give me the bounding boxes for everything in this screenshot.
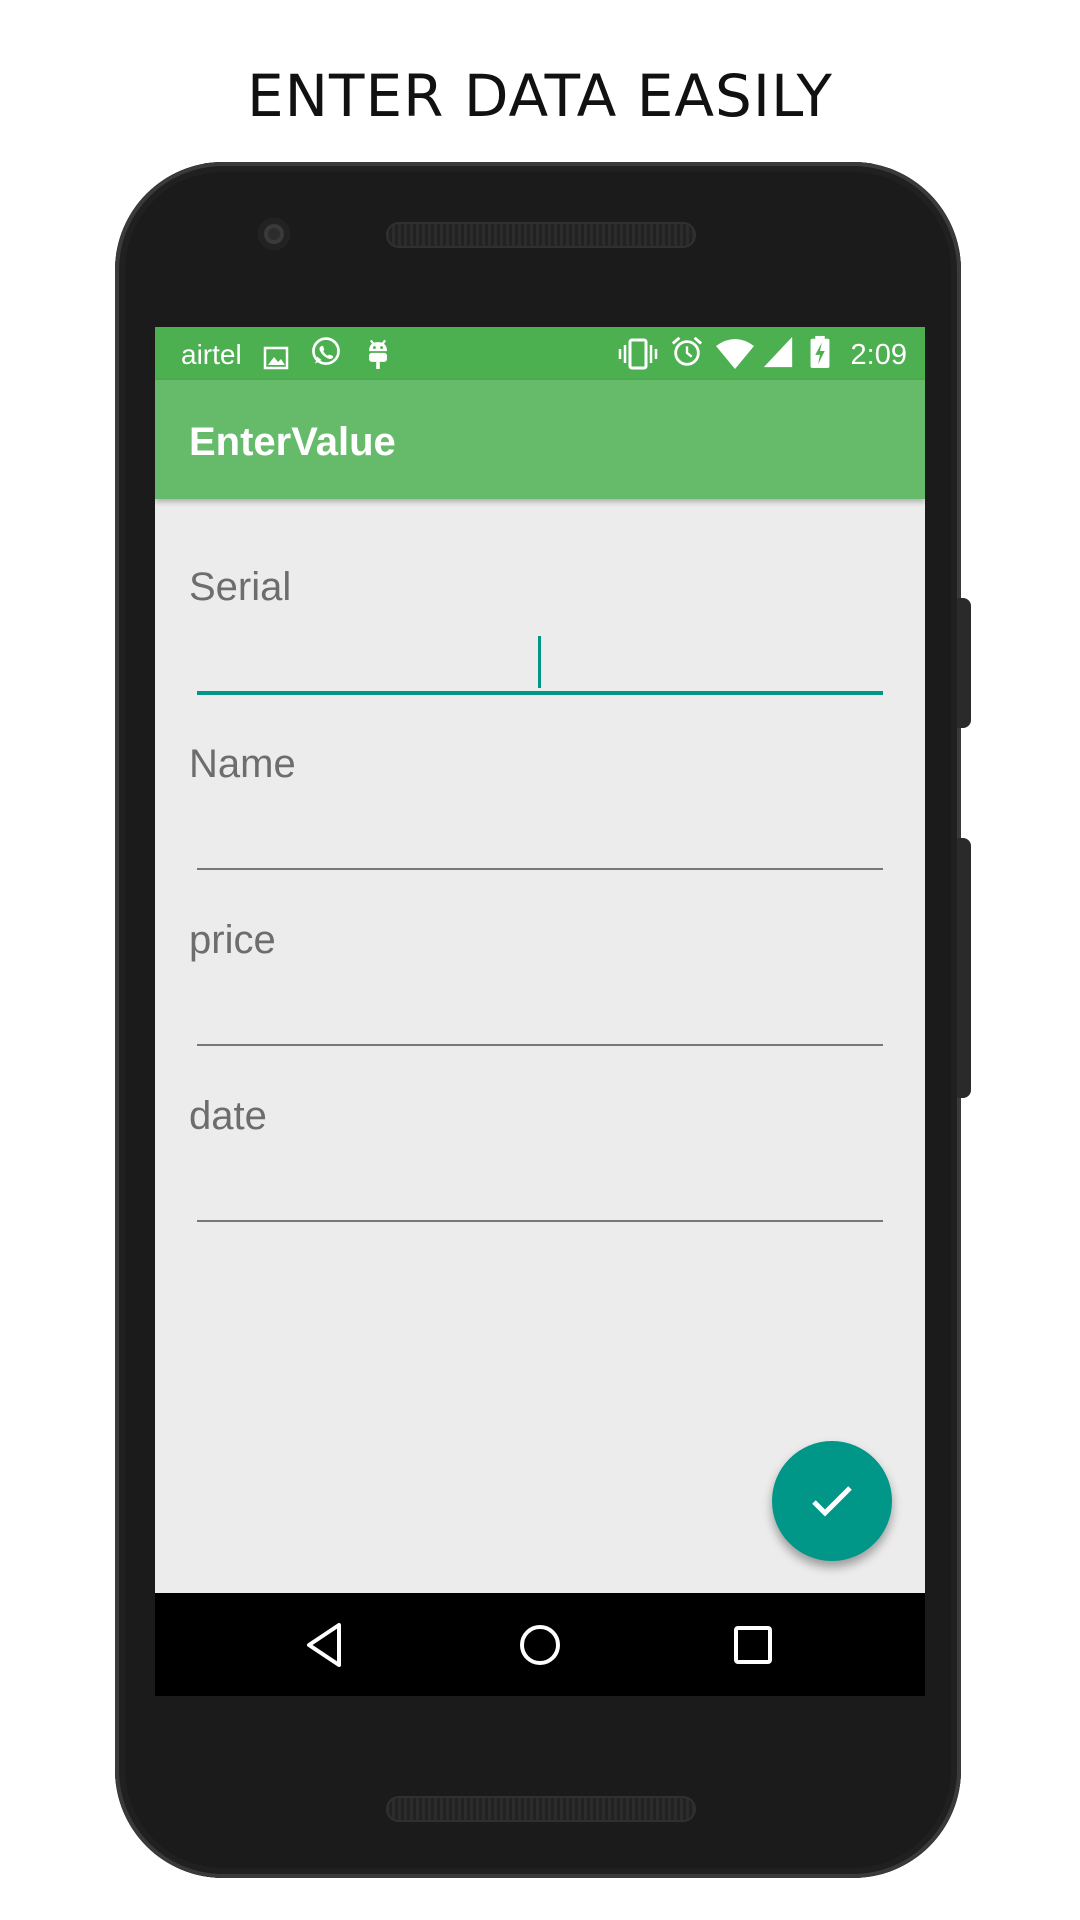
- check-icon: [812, 1486, 852, 1517]
- app-bar: EnterValue: [155, 380, 925, 499]
- vibrate-icon: [618, 338, 658, 370]
- top-speaker: [386, 222, 696, 248]
- front-camera: [258, 218, 290, 250]
- power-button: [957, 598, 971, 728]
- name-label: Name: [189, 742, 296, 786]
- name-underline: [197, 868, 883, 870]
- alarm-icon: [671, 336, 703, 366]
- back-icon: [307, 1623, 341, 1667]
- recents-icon: [734, 1626, 772, 1664]
- serial-label: Serial: [189, 565, 292, 609]
- text-cursor: [538, 636, 541, 688]
- date-input[interactable]: [197, 1153, 887, 1215]
- price-label: price: [189, 918, 276, 962]
- image-icon: [263, 346, 289, 370]
- volume-button: [957, 838, 971, 1098]
- home-icon: [520, 1625, 560, 1665]
- serial-input[interactable]: [197, 625, 887, 687]
- phone-screen: airtel 2:09 EnterValue Serial Name price…: [155, 327, 925, 1696]
- price-underline: [197, 1044, 883, 1046]
- submit-fab-button[interactable]: [772, 1441, 892, 1561]
- back-button[interactable]: [301, 1619, 353, 1671]
- app-title: EnterValue: [189, 420, 396, 464]
- nav-bar: [155, 1593, 925, 1696]
- signal-icon: [763, 336, 793, 368]
- serial-underline: [197, 691, 883, 695]
- status-bar: airtel 2:09: [155, 327, 925, 380]
- price-input[interactable]: [197, 977, 887, 1039]
- headline: ENTER DATA EASILY: [247, 62, 833, 130]
- bottom-speaker: [386, 1796, 696, 1822]
- name-input[interactable]: [197, 801, 887, 863]
- home-button[interactable]: [514, 1619, 566, 1671]
- date-underline: [197, 1220, 883, 1222]
- android-debug-icon: [369, 339, 387, 369]
- recents-button[interactable]: [727, 1619, 779, 1671]
- wifi-icon: [716, 339, 754, 369]
- carrier-label: airtel: [181, 339, 242, 370]
- clock: 2:09: [850, 339, 907, 371]
- date-label: date: [189, 1094, 267, 1138]
- whatsapp-icon: [312, 337, 340, 365]
- battery-charging-icon: [810, 335, 830, 369]
